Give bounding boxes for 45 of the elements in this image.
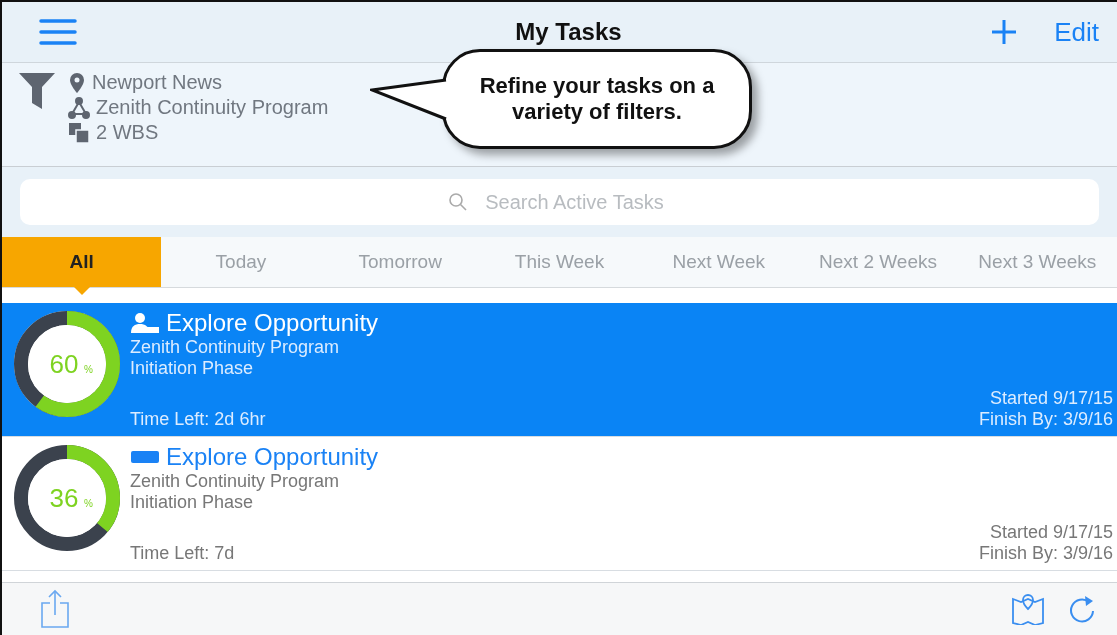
location-pin-icon xyxy=(68,71,86,94)
share-icon xyxy=(40,589,70,629)
filter-label: Newport News xyxy=(92,71,223,94)
map-icon xyxy=(1011,593,1045,625)
program-name: Zenith Continuity Program xyxy=(130,471,341,492)
stacked-squares-icon xyxy=(68,121,90,144)
finish-date: Finish By: 3/9/16 xyxy=(978,543,1113,564)
time-left: Time Left: 2d 6hr xyxy=(130,409,267,430)
edit-button[interactable]: Edit xyxy=(1054,16,1099,48)
progress-ring: 60 % xyxy=(12,309,122,419)
filter-label: Zenith Continuity Program xyxy=(96,96,329,119)
phase-name: Initiation Phase xyxy=(130,358,255,379)
person-icon xyxy=(130,312,160,334)
filter-tab[interactable]: Next Week xyxy=(639,237,799,287)
screen-title: My Tasks xyxy=(515,18,622,46)
search-field[interactable]: Search Active Tasks xyxy=(20,179,1099,225)
filter-tab[interactable]: Next 2 Weeks xyxy=(798,237,958,287)
share-button[interactable] xyxy=(40,589,70,629)
plus-icon xyxy=(990,18,1019,46)
task-row[interactable]: 60 % Explore Opportunity Zenith Continuity Program Initiation Phase Time Left: 2d 6hr Started 9/17/15 Finish By: 3/9/16 xyxy=(2,303,1117,437)
task-title: Explore Opportunity xyxy=(166,309,379,337)
rectangle-icon xyxy=(130,450,160,464)
add-button[interactable] xyxy=(990,18,1019,46)
progress-ring: 36 % xyxy=(12,443,122,553)
start-date: Started 9/17/15 xyxy=(989,388,1113,409)
filter-tab[interactable]: This Week xyxy=(479,237,640,287)
filter-tab[interactable]: Today xyxy=(161,237,321,287)
phase-name: Initiation Phase xyxy=(130,492,255,513)
search-icon xyxy=(447,192,468,212)
tab-pointer xyxy=(73,287,90,295)
start-date: Started 9/17/15 xyxy=(989,522,1113,543)
menu-icon xyxy=(38,18,78,46)
time-left: Time Left: 7d xyxy=(130,543,236,564)
program-name: Zenith Continuity Program xyxy=(130,337,341,358)
callout-bubble: Refine your tasks on a variety of filters. xyxy=(442,49,752,149)
task-title: Explore Opportunity xyxy=(166,443,379,471)
hierarchy-icon xyxy=(68,96,90,119)
filter-tab[interactable]: Tomorrow xyxy=(320,237,480,287)
filter-tab[interactable]: Next 3 Weeks xyxy=(957,237,1117,287)
map-button[interactable] xyxy=(1011,593,1045,625)
filter-label: 2 WBS xyxy=(96,121,159,144)
filter-icon[interactable] xyxy=(18,71,56,111)
finish-date: Finish By: 3/9/16 xyxy=(978,409,1113,430)
refresh-button[interactable] xyxy=(1067,593,1097,625)
refresh-icon xyxy=(1067,593,1097,625)
